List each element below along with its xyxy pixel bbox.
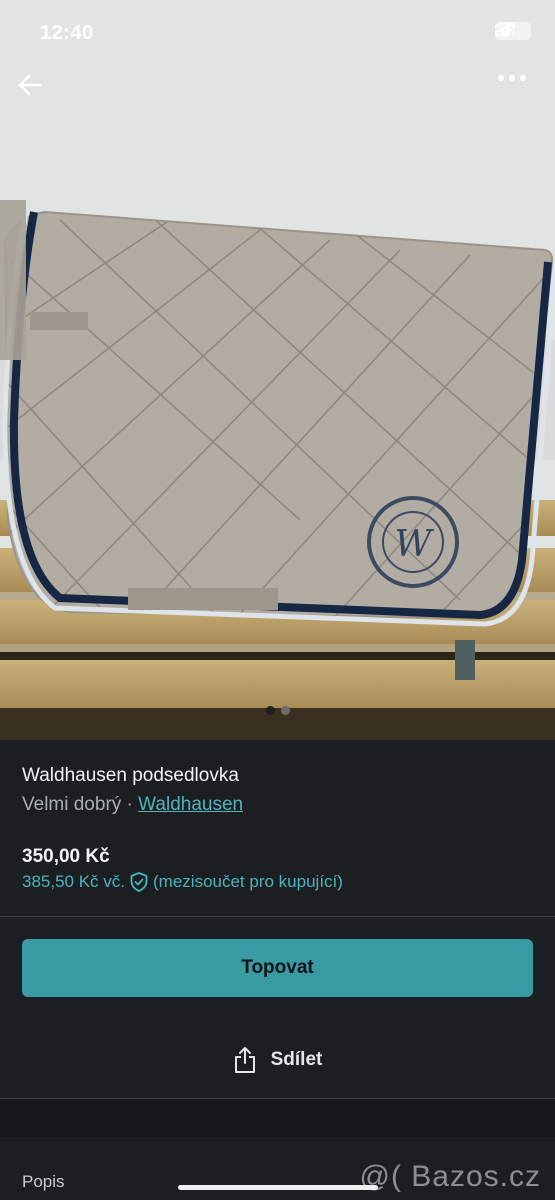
svg-text:W: W	[394, 524, 434, 565]
promote-button[interactable]: Topovat	[22, 939, 533, 997]
condition-text: Velmi dobrý	[22, 794, 122, 815]
back-button[interactable]	[18, 74, 58, 110]
share-button[interactable]: Sdílet	[0, 1038, 555, 1082]
buyer-price-value: 385,50 Kč vč.	[22, 872, 126, 891]
arrow-left-icon	[18, 74, 42, 96]
wifi-icon	[495, 22, 515, 37]
more-options-button[interactable]	[497, 74, 537, 110]
product-photo[interactable]: W 12:40 43	[0, 0, 555, 740]
product-meta: Velmi dobrý · Waldhausen	[22, 794, 243, 816]
product-price: 350,00 Kč	[22, 846, 110, 867]
product-title: Waldhausen podsedlovka	[22, 765, 239, 786]
shield-check-icon	[130, 872, 148, 892]
meta-separator: ·	[121, 794, 139, 815]
saddle-pad-image: W	[0, 0, 555, 740]
status-time: 12:40	[40, 22, 94, 44]
buyer-price[interactable]: 385,50 Kč vč. (mezisoučet pro kupující)	[22, 872, 343, 892]
more-dots-icon	[498, 75, 526, 81]
status-bar: 12:40 43	[0, 0, 555, 64]
section-gap	[0, 1099, 555, 1137]
share-icon	[234, 1047, 255, 1073]
home-indicator[interactable]	[178, 1185, 378, 1190]
gallery-pagination	[0, 706, 555, 715]
gallery-dot-1[interactable]	[265, 706, 275, 715]
share-label: Sdílet	[270, 1049, 323, 1070]
gallery-dot-2[interactable]	[280, 706, 290, 715]
bazos-watermark: @( Bazos.cz	[359, 1160, 541, 1193]
brand-link[interactable]: Waldhausen	[138, 794, 243, 815]
divider	[0, 916, 555, 917]
status-icons: 43	[495, 22, 531, 40]
description-heading: Popis	[22, 1172, 65, 1191]
buyer-price-note: (mezisoučet pro kupující)	[153, 872, 343, 891]
